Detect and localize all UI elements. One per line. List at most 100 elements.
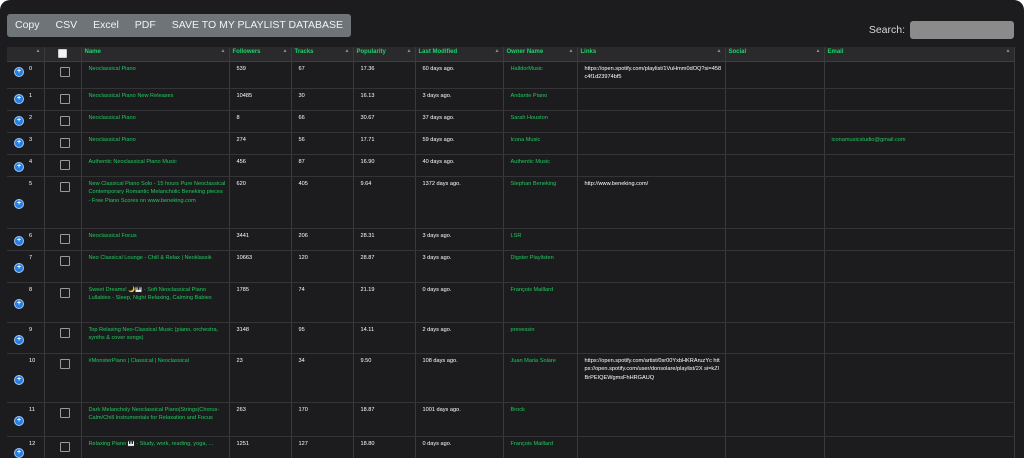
expand-row-icon[interactable]: + — [14, 334, 24, 345]
cell-links[interactable] — [577, 282, 726, 323]
cell-links[interactable] — [577, 88, 726, 111]
cell-owner-name[interactable]: Icona Music — [503, 132, 578, 155]
cell-name[interactable]: Dark Melancholy Neoclassical Piano|Strin… — [81, 402, 230, 437]
cell-email[interactable] — [824, 110, 1015, 133]
cell-links[interactable] — [577, 322, 726, 354]
cell-name[interactable]: Neoclassical Piano New Releases — [81, 88, 230, 111]
cell-owner-name[interactable]: HalldorMusic — [503, 61, 578, 89]
cell-name[interactable]: Neo Classical Lounge - Chill & Relax | N… — [81, 250, 230, 283]
cell-owner-name[interactable]: Authentic Music — [503, 154, 578, 177]
row-checkbox[interactable] — [59, 116, 70, 126]
cell-owner-name[interactable]: François Maillard — [503, 436, 578, 458]
row-checkbox[interactable] — [59, 408, 70, 418]
expand-row-icon[interactable]: + — [14, 116, 24, 126]
cell-links[interactable]: https://open.spotify.com/artist/0sr00Yxb… — [577, 353, 726, 403]
expand-row-icon[interactable]: + — [14, 199, 24, 209]
expand-row-icon[interactable]: + — [14, 67, 24, 77]
cell-owner-name[interactable]: Sarah Houston — [503, 110, 578, 133]
cell-name[interactable]: Authentic Neoclassical Piano Music — [81, 154, 230, 177]
cell-links[interactable]: https://open.spotify.com/playlist/1VuHmm… — [577, 61, 726, 89]
header-tracks[interactable]: Tracks ▲ — [291, 47, 354, 62]
cell-email[interactable] — [824, 228, 1015, 251]
cell-links[interactable] — [577, 250, 726, 283]
cell-name[interactable]: Relaxing Piano 🎹 - Study, work, reading,… — [81, 436, 230, 458]
header-select[interactable] — [44, 47, 82, 62]
excel-button[interactable]: Excel — [85, 14, 127, 37]
table-row[interactable]: +8 Sweet Dreams! 🌙🎹 - Soft Neoclassical P… — [7, 282, 1015, 323]
expand-row-icon[interactable]: + — [14, 94, 24, 104]
cell-links[interactable] — [577, 228, 726, 251]
cell-links[interactable] — [577, 110, 726, 133]
cell-name[interactable]: Neoclassical Focus — [81, 228, 230, 251]
copy-button[interactable]: Copy — [7, 14, 48, 37]
cell-links[interactable] — [577, 436, 726, 458]
cell-owner-name[interactable]: prevessin — [503, 322, 578, 354]
row-checkbox[interactable] — [59, 256, 70, 266]
cell-email[interactable]: iconamusicstudio@gmail.com — [824, 132, 1015, 155]
cell-owner-name[interactable]: Stephan Beneking — [503, 176, 578, 229]
cell-email[interactable] — [824, 436, 1015, 458]
row-checkbox[interactable] — [59, 288, 70, 298]
table-row[interactable]: +3 Neoclassical Piano 274 56 17.71 59 days ag… — [7, 132, 1015, 155]
expand-row-icon[interactable]: + — [14, 236, 24, 246]
row-checkbox[interactable] — [59, 234, 70, 244]
table-row[interactable]: +1 Neoclassical Piano New Releases 10485 30… — [7, 88, 1015, 111]
expand-row-icon[interactable]: + — [14, 162, 24, 172]
csv-button[interactable]: CSV — [48, 14, 86, 37]
table-row[interactable]: +10 #MonsterPiano | Classical | Neoclassi… — [7, 353, 1015, 403]
cell-links[interactable] — [577, 402, 726, 437]
cell-email[interactable] — [824, 176, 1015, 229]
search-input[interactable] — [910, 21, 1014, 39]
pdf-button[interactable]: PDF — [127, 14, 164, 37]
cell-email[interactable] — [824, 154, 1015, 177]
cell-owner-name[interactable]: Andante Piano — [503, 88, 578, 111]
table-row[interactable]: +12 Relaxing Piano 🎹 - Study, work, readi… — [7, 436, 1015, 458]
row-checkbox[interactable] — [59, 359, 70, 369]
row-checkbox[interactable] — [59, 138, 70, 148]
table-row[interactable]: +5 New Classical Piano Solo - 15 hours Pu… — [7, 176, 1015, 229]
cell-name[interactable]: Top Relaxing Neo-Classical Music (piano,… — [81, 322, 230, 354]
cell-owner-name[interactable]: Juan Maria Solare — [503, 353, 578, 403]
row-checkbox[interactable] — [59, 442, 70, 452]
cell-links[interactable] — [577, 154, 726, 177]
row-checkbox[interactable] — [59, 182, 70, 192]
table-row[interactable]: +6 Neoclassical Focus 3441 206 28.31 3 days a… — [7, 228, 1015, 251]
header-popularity[interactable]: Popularity ▲ — [353, 47, 416, 62]
cell-name[interactable]: Neoclassical Piano — [81, 110, 230, 133]
cell-owner-name[interactable]: François Maillard — [503, 282, 578, 323]
header-last-modified[interactable]: Last Modified ▲ — [415, 47, 504, 62]
cell-owner-name[interactable]: LSR — [503, 228, 578, 251]
header-owner-name[interactable]: Owner Name ▲ — [503, 47, 578, 62]
header-name[interactable]: Name ▲ — [81, 47, 230, 62]
expand-row-icon[interactable]: + — [14, 448, 24, 458]
row-checkbox[interactable] — [59, 94, 70, 104]
expand-row-icon[interactable]: + — [14, 299, 24, 309]
expand-row-icon[interactable]: + — [14, 263, 24, 273]
cell-owner-name[interactable]: Brock — [503, 402, 578, 437]
select-all-checkbox[interactable] — [58, 49, 67, 58]
expand-row-icon[interactable]: + — [14, 138, 24, 148]
row-checkbox[interactable] — [59, 160, 70, 170]
header-email[interactable]: Email ▲ — [824, 47, 1015, 62]
table-row[interactable]: +0 Neoclassical Piano 539 67 17.36 60 days ag… — [7, 61, 1015, 89]
header-links[interactable]: Links ▲ — [577, 47, 726, 62]
cell-email[interactable] — [824, 322, 1015, 354]
cell-name[interactable]: #MonsterPiano | Classical | Neoclassical — [81, 353, 230, 403]
cell-name[interactable]: Neoclassical Piano — [81, 132, 230, 155]
expand-row-icon[interactable]: + — [14, 416, 24, 426]
cell-email[interactable] — [824, 61, 1015, 89]
cell-email[interactable] — [824, 88, 1015, 111]
cell-name[interactable]: Neoclassical Piano — [81, 61, 230, 89]
header-expand[interactable]: ▲ — [7, 47, 45, 62]
table-row[interactable]: +9 Top Relaxing Neo-Classical Music (pian… — [7, 322, 1015, 354]
cell-name[interactable]: New Classical Piano Solo - 15 hours Pure… — [81, 176, 230, 229]
row-checkbox[interactable] — [59, 328, 70, 338]
header-followers[interactable]: Followers ▲ — [229, 47, 292, 62]
cell-email[interactable] — [824, 402, 1015, 437]
table-row[interactable]: +2 Neoclassical Piano 8 66 30.67 37 days ago.… — [7, 110, 1015, 133]
table-row[interactable]: +11 Dark Melancholy Neoclassical Piano|St… — [7, 402, 1015, 437]
save-to-playlist-database-button[interactable]: SAVE TO MY PLAYLIST DATABASE — [164, 14, 351, 37]
table-row[interactable]: +4 Authentic Neoclassical Piano Music 456 8… — [7, 154, 1015, 177]
cell-links[interactable]: http://www.beneking.com/ — [577, 176, 726, 229]
cell-email[interactable] — [824, 282, 1015, 323]
